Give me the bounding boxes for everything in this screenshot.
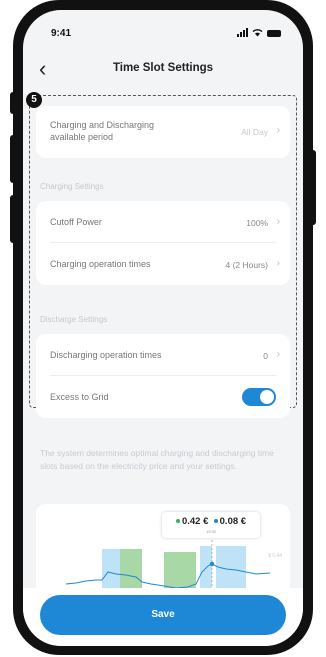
bottom-bar: Save xyxy=(23,588,303,646)
price-values: 0.42 € 0.08 € xyxy=(162,516,260,527)
side-button-volume-down xyxy=(10,195,16,243)
discharge-section-title: Discharge Settings xyxy=(40,315,108,324)
available-period-value: All Day xyxy=(241,127,268,137)
cutoff-power-row[interactable]: Cutoff Power 100% › xyxy=(36,201,290,241)
signal-icon xyxy=(237,28,248,37)
excess-to-grid-label: Excess to Grid xyxy=(50,392,109,402)
available-period-row[interactable]: Charging and Discharging available perio… xyxy=(36,106,290,158)
available-period-label-line1: Charging and Discharging xyxy=(50,120,155,130)
status-time: 9:41 xyxy=(51,28,72,39)
phone-screen: 9:41 ‹ Time Slot Settings 5 Charging and… xyxy=(23,10,303,646)
chevron-right-icon: › xyxy=(276,349,280,360)
charge-dot-icon xyxy=(175,519,180,524)
charging-settings-card: Cutoff Power 100% › Charging operation t… xyxy=(36,201,290,285)
status-bar: 9:41 xyxy=(23,10,303,50)
price-charge: 0.42 € xyxy=(181,516,209,527)
charging-times-row[interactable]: Charging operation times 4 (2 Hours) › xyxy=(36,243,290,283)
discharging-times-label: Discharging operation times xyxy=(50,350,162,360)
chevron-right-icon: › xyxy=(276,125,280,136)
status-icons xyxy=(237,28,281,37)
discharging-times-value: 0 xyxy=(263,351,268,361)
description-text: The system determines optimal charging a… xyxy=(40,448,274,471)
side-button-volume-up xyxy=(10,135,16,183)
cutoff-power-value: 100% xyxy=(246,218,268,228)
cutoff-power-label: Cutoff Power xyxy=(50,217,102,227)
wifi-icon xyxy=(252,29,263,37)
chevron-right-icon: › xyxy=(276,216,280,227)
charging-section-title: Charging Settings xyxy=(40,182,104,191)
charging-times-value: 4 (2 Hours) xyxy=(225,260,268,270)
save-button[interactable]: Save xyxy=(40,595,286,635)
toggle-knob xyxy=(260,390,274,404)
available-period-label: Charging and Discharging available perio… xyxy=(50,119,154,143)
price-tooltip: 0.42 € 0.08 € 19:30 xyxy=(162,512,260,538)
available-period-card: Charging and Discharging available perio… xyxy=(36,106,290,158)
side-button-power xyxy=(310,150,316,225)
price-discharge: 0.08 € xyxy=(219,516,247,527)
price-time-label: 19:30 xyxy=(205,529,216,534)
battery-icon xyxy=(267,30,281,37)
price-marker-point xyxy=(209,561,215,567)
chevron-right-icon: › xyxy=(276,258,280,269)
excess-to-grid-row: Excess to Grid xyxy=(36,376,290,416)
excess-to-grid-toggle[interactable] xyxy=(242,388,276,406)
discharge-dot-icon xyxy=(213,519,218,524)
discharge-settings-card: Discharging operation times 0 › Excess t… xyxy=(36,334,290,418)
charging-times-label: Charging operation times xyxy=(50,259,151,269)
axis-value-label: $ 0.44 xyxy=(268,553,282,559)
discharging-times-row[interactable]: Discharging operation times 0 › xyxy=(36,334,290,374)
side-button-mute xyxy=(10,92,16,114)
available-period-label-line2: available period xyxy=(50,132,114,142)
page-title: Time Slot Settings xyxy=(112,62,214,74)
nav-header: ‹ Time Slot Settings xyxy=(23,56,303,82)
